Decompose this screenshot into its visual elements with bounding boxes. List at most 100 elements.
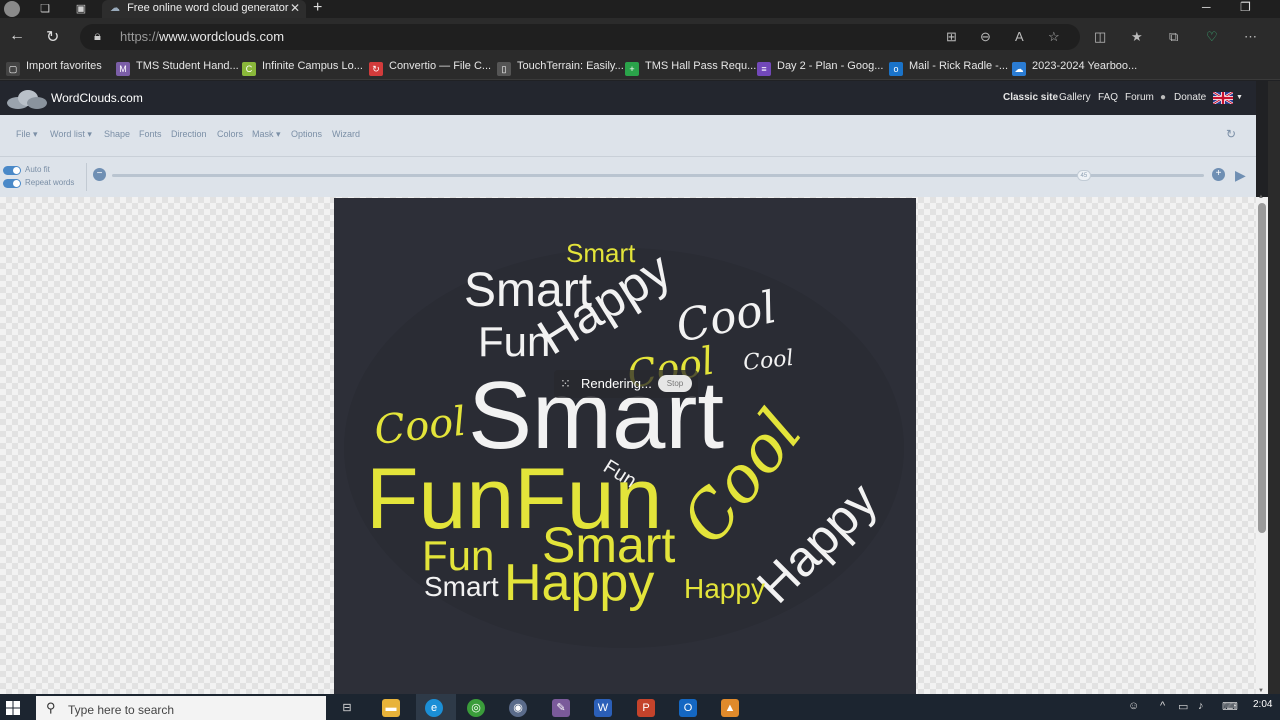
form-icon: ≡ [757,62,771,76]
restore-icon[interactable]: ❐ [1240,0,1251,14]
nav-faq[interactable]: FAQ [1098,92,1118,103]
caret-down-icon: ▾ [273,129,281,139]
tab-close-icon[interactable]: ✕ [290,0,300,16]
refresh-icon[interactable]: ↻ [1226,127,1236,141]
rendering-text: Rendering... [581,376,652,391]
decrease-icon[interactable]: − [93,168,106,181]
word-icon[interactable]: W [594,699,612,717]
people-icon[interactable]: ☺ [1128,700,1139,712]
donate-icon[interactable]: ● [1160,92,1166,103]
app-purple-icon[interactable]: ✎ [552,699,570,717]
search-placeholder[interactable]: Type here to search [68,703,174,717]
favorite-item[interactable]: ≡ Day 2 - Plan - Goog... [757,60,883,76]
menu-wizard[interactable]: Wizard [332,129,360,139]
nav-classic-site[interactable]: Classic site [1003,92,1058,103]
repeat-words-toggle[interactable] [3,179,21,188]
workspaces-icon[interactable]: ❏ [38,2,52,16]
outlook-icon[interactable]: O [679,699,697,717]
read-aloud-icon[interactable]: A [1015,29,1024,44]
file-explorer-icon[interactable]: ▬ [382,699,400,717]
rendering-indicator: ⁙ Rendering... Stop [554,370,698,398]
menu-label: Wizard [332,129,361,139]
campus-icon: C [242,62,256,76]
volume-icon[interactable]: ♪ [1198,700,1204,712]
edge-icon[interactable]: e [425,699,443,717]
scrollbar-thumb[interactable] [1258,203,1266,533]
task-view-icon[interactable]: ⊟ [338,699,356,717]
nav-gallery[interactable]: Gallery [1059,92,1091,103]
favorite-label: Day 2 - Plan - Goog... [777,60,884,72]
address-bar[interactable]: 🔒︎ https://www.wordclouds.com [80,24,1080,50]
vertical-scrollbar[interactable]: ▲ ▼ [1256,194,1268,694]
back-arrow-icon[interactable]: ← [9,27,25,45]
collections-icon[interactable]: ⧉ [1169,29,1178,45]
windows-start-icon[interactable] [6,701,20,715]
brand-name[interactable]: WordClouds.com [51,91,143,105]
favorite-label: Import favorites [26,60,102,72]
menu-file[interactable]: File ▾ [16,129,38,140]
app-available-icon[interactable]: ⊞ [946,29,957,45]
favorite-item[interactable]: + TMS Hall Pass Requ... [625,60,756,76]
minimize-icon[interactable]: ─ [1202,0,1211,14]
favorite-item[interactable]: ☁ 2023-2024 Yearboo... [1012,60,1137,76]
nav-donate[interactable]: Donate [1174,92,1206,103]
favorite-item[interactable]: ▯ TouchTerrain: Easily... [497,60,624,76]
app-toolbar: ↻ File ▾ Word list ▾ Shape Fonts Direction Co… [0,115,1256,157]
new-tab-button[interactable]: + [313,0,322,17]
cloud-word: Happy [504,554,654,612]
menu-fonts[interactable]: Fonts [139,129,162,139]
favorite-item[interactable]: o Mail - Rick Radle -... [889,60,1008,76]
extension-icon[interactable]: ♡ [1206,29,1218,45]
scroll-up-icon[interactable]: ▲ [1258,194,1264,200]
size-slider-track[interactable] [112,174,1204,177]
menu-label: Options [291,129,323,139]
favorite-item[interactable]: M TMS Student Hand... [116,60,239,76]
stop-button[interactable]: Stop [658,375,692,392]
tray-chevron-icon[interactable]: ^ [1160,700,1165,712]
favorite-label: 2023-2024 Yearboo... [1032,60,1138,72]
vlc-icon[interactable]: ▲ [721,699,739,717]
menu-label: Fonts [139,129,162,139]
menu-shape[interactable]: Shape [104,129,130,139]
increase-icon[interactable]: + [1212,168,1225,181]
clock-time[interactable]: 2:04 [1253,699,1272,710]
nav-forum[interactable]: Forum [1125,92,1154,103]
profile-avatar[interactable] [4,1,20,17]
favorite-item[interactable]: C Infinite Campus Lo... [242,60,363,76]
favorite-star-icon[interactable]: ☆ [1048,29,1060,45]
camera-icon[interactable]: ◉ [509,699,527,717]
menu-label: Colors [217,129,244,139]
reload-icon[interactable]: ↻ [46,27,59,47]
wordclouds-logo-icon[interactable] [4,88,48,110]
more-menu-icon[interactable]: ⋯ [1244,29,1257,45]
split-screen-icon[interactable]: ◫ [1094,29,1106,45]
uk-flag-icon[interactable] [1213,92,1233,104]
browser-tab-active[interactable]: ☁ Free online word cloud generator ✕ [102,0,306,18]
menu-direction[interactable]: Direction [171,129,207,139]
network-icon[interactable]: ▭ [1178,700,1188,713]
menu-options[interactable]: Options [291,129,322,139]
favorite-label: Mail - Rick Radle -... [909,60,1009,72]
convertio-icon: ↻ [369,62,383,76]
menu-word-list[interactable]: Word list ▾ [50,129,92,140]
powerpoint-icon[interactable]: P [637,699,655,717]
taskbar-search[interactable]: ⚲ Type here to search [36,696,326,720]
zoom-icon[interactable]: ⊖ [980,29,991,45]
menu-colors[interactable]: Colors [217,129,243,139]
auto-fit-toggle[interactable] [3,166,21,175]
lock-icon[interactable]: 🔒︎ [94,28,101,44]
site-header: WordClouds.com Classic site Gallery FAQ … [0,81,1256,115]
url-text[interactable]: https://www.wordclouds.com [120,29,284,44]
size-slider-thumb[interactable]: 45 [1076,170,1091,181]
word-cloud-canvas[interactable]: Smart Smart Happy Cool Fun Cool Cool Cool Smart C… [334,198,916,694]
language-caret-icon[interactable]: ▼ [1236,94,1243,101]
favorite-item[interactable]: ▢ Import favorites [6,60,102,76]
language-icon[interactable]: ⌨ [1222,700,1238,713]
favorite-item[interactable]: ↻ Convertio — File C... [369,60,491,76]
folder-icon: ▢ [6,62,20,76]
app-green-icon[interactable]: ◎ [467,699,485,717]
tab-actions-icon[interactable]: ▣ [74,2,88,16]
favorites-icon[interactable]: ★ [1131,29,1143,45]
play-icon[interactable]: ▶ [1235,167,1246,184]
menu-mask[interactable]: Mask ▾ [252,129,281,140]
